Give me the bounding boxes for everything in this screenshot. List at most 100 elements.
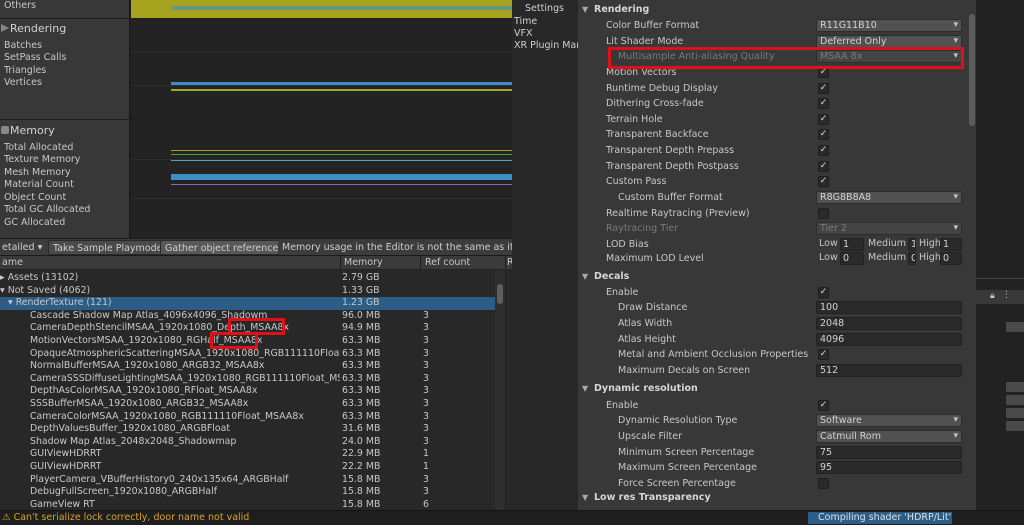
tree-row[interactable]: Shadow Map Atlas_2048x2048_Shadowmap 24.0… — [0, 436, 495, 449]
raytracing-tier-dropdown[interactable]: Tier 2 — [816, 222, 962, 235]
tree-row[interactable]: SSSBufferMSAA_1920x1080_ARGB32_MSAA8x 63.… — [0, 398, 495, 411]
custom-pass-checkbox[interactable]: ✓ — [818, 176, 829, 187]
msaa-quality-row: Multisample Anti-aliasing Quality MSAA 8x — [578, 50, 972, 66]
nav-item-settings[interactable]: Settings — [525, 3, 564, 14]
decals-section-header[interactable]: ▼ Decals — [578, 271, 972, 285]
transparent-backface-checkbox[interactable]: ✓ — [818, 129, 829, 140]
tree-row[interactable]: MotionVectorsMSAA_1920x1080_RGHalf_MSAA8… — [0, 335, 495, 348]
lit-shader-mode-dropdown[interactable]: Deferred Only — [816, 35, 962, 48]
realtime-raytracing-row: Realtime Raytracing (Preview) — [578, 207, 972, 223]
others-graph[interactable] — [131, 0, 512, 18]
refcount-column-header[interactable]: Ref count — [425, 257, 470, 268]
view-mode-dropdown[interactable]: etailed ▾ — [0, 240, 47, 255]
memory-graph[interactable] — [131, 120, 512, 238]
lod-bias-medium-field[interactable]: 1 — [908, 238, 916, 251]
realtime-raytracing-checkbox[interactable] — [818, 208, 829, 219]
tree-row[interactable]: OpaqueAtmosphericScatteringMSAA_1920x108… — [0, 348, 495, 361]
row-refcount: 3 — [423, 486, 429, 498]
tree-row[interactable]: ▸ Assets (13102) 2.79 GB — [0, 272, 495, 285]
max-lod-high-field[interactable]: 0 — [940, 252, 962, 265]
depth-prepass-checkbox[interactable]: ✓ — [818, 145, 829, 156]
atlas-height-row: Atlas Height 4096 — [578, 333, 972, 349]
memory-column-header[interactable]: Memory — [344, 257, 383, 268]
tree-row[interactable]: DebugFullScreen_1920x1080_ARGBHalf 15.8 M… — [0, 486, 495, 499]
max-lod-low-field[interactable]: 0 — [840, 252, 864, 265]
tree-row[interactable]: NormalBufferMSAA_1920x1080_ARGB32_MSAA8x… — [0, 360, 495, 373]
draw-distance-field[interactable]: 100 — [816, 301, 962, 314]
terrain-hole-checkbox[interactable]: ✓ — [818, 114, 829, 125]
max-screen-pct-field[interactable]: 95 — [816, 461, 962, 474]
tree-row[interactable]: GUIViewHDRRT 22.2 MB 1 — [0, 461, 495, 474]
row-memory: 63.3 MB — [342, 335, 381, 346]
tree-row[interactable]: Cascade Shadow Map Atlas_4096x4096_Shado… — [0, 310, 495, 323]
nav-item-time[interactable]: Time — [514, 16, 537, 27]
nav-item-xr-plugin[interactable]: XR Plugin Man — [514, 40, 582, 51]
max-lod-medium-field[interactable]: 0 — [908, 252, 916, 265]
tree-row[interactable]: ▾ Not Saved (4062) 1.33 GB — [0, 285, 495, 298]
color-buffer-format-dropdown[interactable]: R11G11B10 — [816, 19, 962, 32]
msaa-quality-dropdown[interactable]: MSAA 8x — [816, 50, 962, 63]
decals-enable-checkbox[interactable]: ✓ — [818, 287, 829, 298]
gridline — [131, 52, 512, 53]
gather-references-toggle[interactable]: Gather object references — [160, 240, 289, 255]
rendering-section-header[interactable]: ▼ Rendering — [578, 4, 972, 18]
tree-row[interactable]: PlayerCamera_VBufferHistory0_240x135x64_… — [0, 474, 495, 487]
row-name: CameraSSSDiffuseLightingMSAA_1920x1080_R… — [30, 372, 340, 384]
min-screen-pct-field[interactable]: 75 — [816, 446, 962, 459]
expand-arrow-icon[interactable]: ▾ — [0, 285, 8, 296]
tree-row[interactable]: DepthAsColorMSAA_1920x1080_RFloat_MSAA8x… — [0, 385, 495, 398]
row-memory: 63.3 MB — [342, 347, 381, 359]
memory-label-gc: GC Allocated — [4, 217, 66, 228]
runtime-debug-checkbox[interactable]: ✓ — [818, 83, 829, 94]
menu-icon[interactable]: ⋮ — [1002, 290, 1011, 300]
tree-row[interactable]: GUIViewHDRRT 22.9 MB 1 — [0, 448, 495, 461]
dithering-checkbox[interactable]: ✓ — [818, 98, 829, 109]
inspector-scrollbar[interactable] — [968, 0, 976, 510]
console-warning[interactable]: ⚠ Can't serialize lock correctly, door n… — [2, 512, 249, 523]
lock-icon[interactable]: 🔒︎ — [990, 291, 995, 301]
tree-row[interactable]: CameraDepthStencilMSAA_1920x1080_Depth_M… — [0, 322, 495, 335]
custom-buffer-format-dropdown[interactable]: R8G8B8A8 — [816, 191, 962, 204]
take-sample-button[interactable]: Take Sample Playmode — [48, 240, 168, 255]
lod-bias-low-field[interactable]: 1 — [840, 238, 864, 251]
expand-arrow-icon: ▼ — [582, 493, 589, 502]
row-memory: 15.8 MB — [342, 473, 381, 485]
name-column-header[interactable]: ame — [2, 257, 23, 268]
dynres-type-dropdown[interactable]: Software — [816, 414, 962, 427]
atlas-width-field[interactable]: 2048 — [816, 317, 962, 330]
tree-scrollbar[interactable] — [495, 270, 505, 510]
collapse-arrow-icon[interactable]: ▸ — [0, 272, 8, 283]
dynres-enable-checkbox[interactable]: ✓ — [818, 400, 829, 411]
motion-vectors-checkbox[interactable]: ✓ — [818, 67, 829, 78]
rendering-module[interactable]: Rendering Batches SetPass Calls Triangle… — [0, 19, 130, 119]
atlas-height-field[interactable]: 4096 — [816, 333, 962, 346]
upscale-filter-dropdown[interactable]: Catmull Rom — [816, 430, 962, 443]
tree-row-selected[interactable]: ▾ RenderTexture (121) 1.23 GB — [0, 297, 495, 310]
tree-column-header: ame Memory Ref count R — [0, 256, 514, 270]
force-screen-pct-checkbox[interactable] — [818, 478, 829, 489]
tree-row[interactable]: GameView RT 15.8 MB 6 — [0, 499, 495, 510]
tree-row[interactable]: CameraColorMSAA_1920x1080_RGB111110Float… — [0, 411, 495, 424]
scrollbar-thumb[interactable] — [497, 284, 503, 304]
decals-enable-row: Enable ✓ — [578, 286, 972, 302]
metal-ao-checkbox[interactable]: ✓ — [818, 349, 829, 360]
progress-task[interactable]: Compiling shader 'HDRP/Lit' — [808, 512, 952, 524]
max-lod-row: Maximum LOD Level Low 0 Medium 0 High 0 — [578, 252, 972, 268]
depth-postpass-checkbox[interactable]: ✓ — [818, 161, 829, 172]
scrollbar-thumb[interactable] — [969, 14, 975, 126]
low-res-transparency-section-header[interactable]: ▼ Low res Transparency — [578, 492, 972, 506]
row-refcount: 3 — [423, 435, 429, 447]
tree-row[interactable]: DepthValuesBuffer_1920x1080_ARGBFloat 31.… — [0, 423, 495, 436]
row-memory: 2.79 GB — [342, 272, 380, 283]
rendering-graph[interactable] — [131, 19, 512, 119]
atlas-width-row: Atlas Width 2048 — [578, 317, 972, 333]
others-module[interactable]: Others — [0, 0, 130, 18]
tree-row[interactable]: CameraSSSDiffuseLightingMSAA_1920x1080_R… — [0, 373, 495, 386]
nav-item-vfx[interactable]: VFX — [514, 28, 532, 39]
memory-module[interactable]: Memory Total Allocated Texture Memory Me… — [0, 120, 130, 238]
dynamic-resolution-section-header[interactable]: ▼ Dynamic resolution — [578, 383, 972, 397]
max-decals-field[interactable]: 512 — [816, 364, 962, 377]
lod-bias-high-field[interactable]: 1 — [940, 238, 962, 251]
expand-arrow-icon[interactable]: ▾ — [8, 297, 16, 308]
memory-series-yellow — [171, 150, 512, 151]
